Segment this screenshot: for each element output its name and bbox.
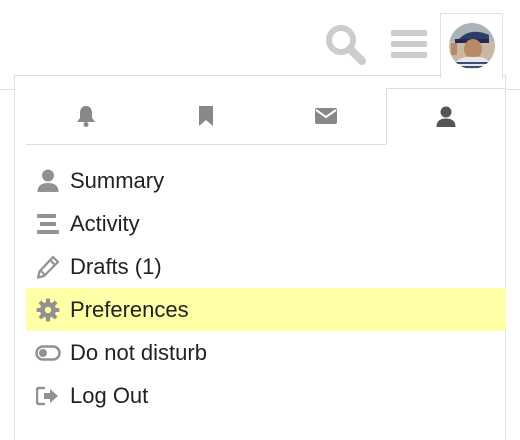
user-icon bbox=[436, 106, 456, 127]
menu-item-summary[interactable]: Summary bbox=[26, 159, 506, 202]
menu-item-drafts[interactable]: Drafts (1) bbox=[26, 245, 506, 288]
tab-profile[interactable] bbox=[386, 88, 506, 145]
menu-item-activity[interactable]: Activity bbox=[26, 202, 506, 245]
gear-icon bbox=[26, 298, 70, 322]
hamburger-menu-button[interactable] bbox=[386, 20, 432, 68]
menu-item-label: Log Out bbox=[70, 382, 149, 408]
bell-icon bbox=[77, 106, 95, 127]
toggle-off-icon bbox=[26, 344, 70, 361]
header-divider-left bbox=[0, 89, 14, 90]
tab-notifications[interactable] bbox=[26, 88, 146, 144]
header-divider-right bbox=[505, 89, 520, 90]
menu-item-do-not-disturb[interactable]: Do not disturb bbox=[26, 331, 506, 374]
bookmark-icon bbox=[199, 106, 213, 126]
user-menu-button[interactable] bbox=[440, 13, 503, 78]
pencil-icon bbox=[26, 255, 70, 279]
search-button[interactable] bbox=[322, 20, 368, 68]
envelope-icon bbox=[315, 108, 337, 124]
search-icon bbox=[326, 25, 366, 65]
user-icon bbox=[26, 169, 70, 193]
menu-item-log-out[interactable]: Log Out bbox=[26, 374, 506, 417]
hamburger-icon bbox=[391, 30, 427, 58]
menu-item-preferences[interactable]: Preferences bbox=[26, 288, 506, 331]
stream-icon bbox=[26, 213, 70, 234]
menu-item-label: Drafts (1) bbox=[70, 253, 162, 279]
user-menu-tabs bbox=[26, 88, 506, 145]
user-menu-panel: Summary Activity Drafts (1) Preferences … bbox=[14, 75, 506, 440]
user-menu-list: Summary Activity Drafts (1) Preferences … bbox=[26, 159, 506, 417]
sign-out-icon bbox=[26, 386, 70, 406]
tab-messages[interactable] bbox=[266, 88, 386, 144]
avatar bbox=[448, 23, 495, 69]
menu-item-label: Do not disturb bbox=[70, 339, 207, 365]
menu-item-label: Preferences bbox=[70, 296, 189, 322]
menu-item-label: Activity bbox=[70, 210, 140, 236]
tab-bookmarks[interactable] bbox=[146, 88, 266, 144]
menu-item-label: Summary bbox=[70, 167, 165, 193]
